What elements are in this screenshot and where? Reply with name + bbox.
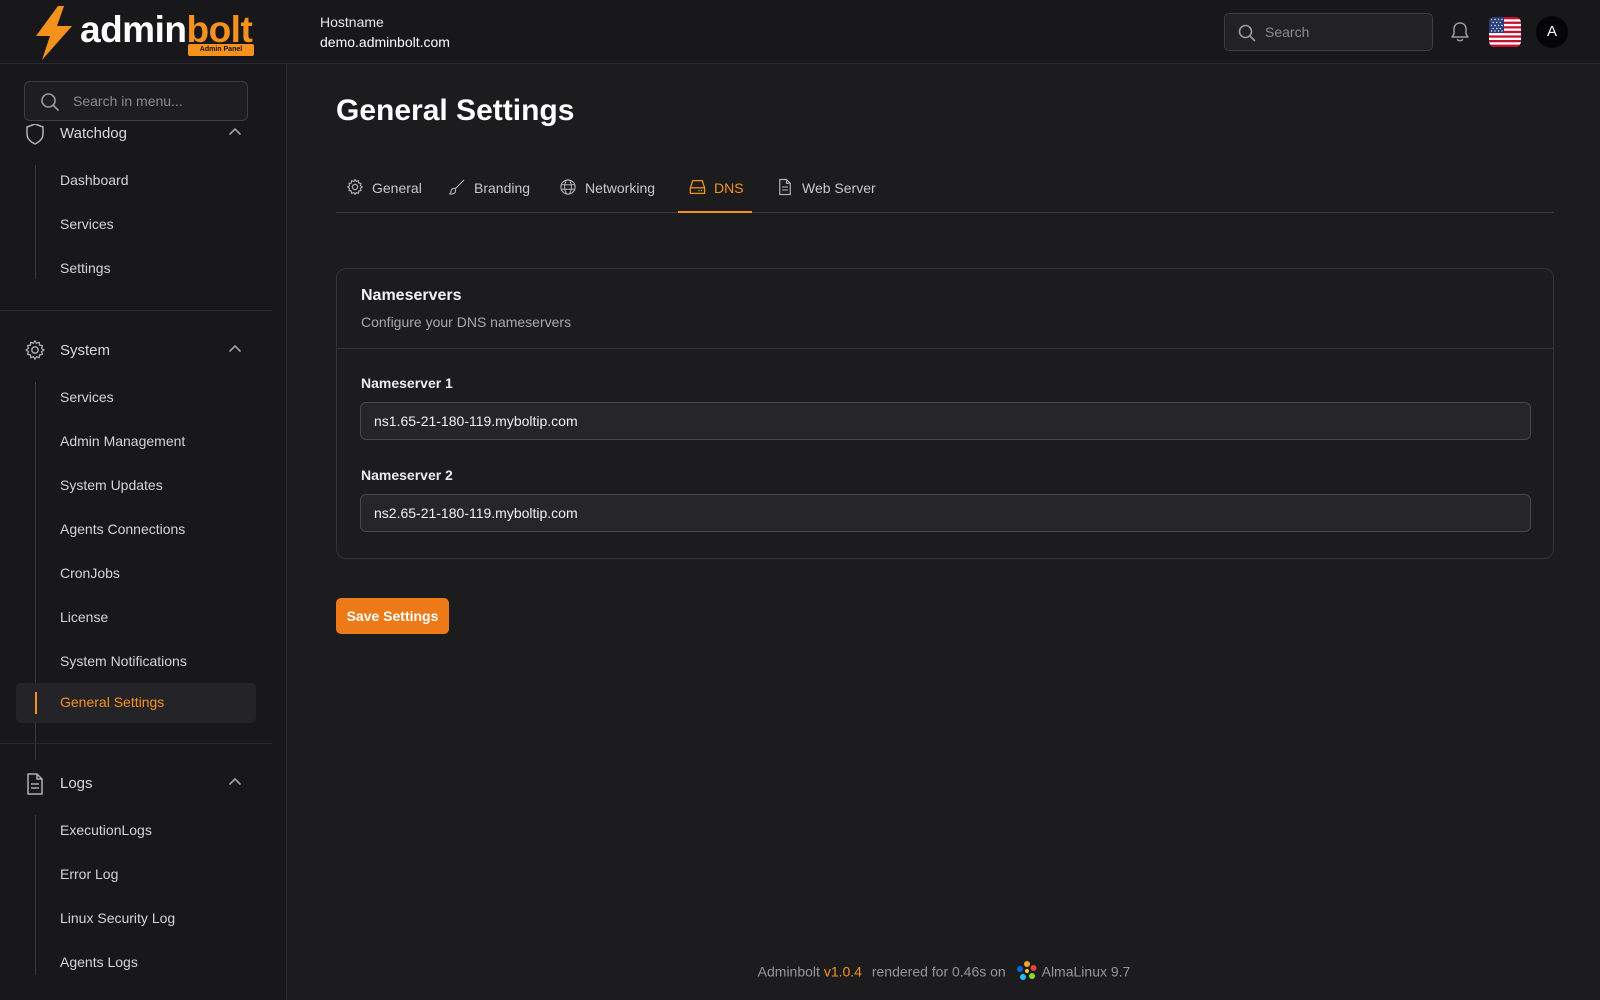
almalinux-logo-icon: [1016, 961, 1037, 980]
sidebar-item-admin-management[interactable]: Admin Management: [16, 422, 256, 462]
document-icon: [27, 773, 43, 795]
footer-os: AlmaLinux 9.7: [1041, 963, 1131, 980]
tab-networking[interactable]: Networking: [559, 164, 669, 212]
sidebar-group-label: Watchdog: [60, 125, 127, 142]
sidebar-item-general-settings[interactable]: General Settings: [16, 683, 256, 723]
chevron-up-icon[interactable]: [229, 344, 241, 352]
us-flag-icon[interactable]: [1489, 17, 1521, 47]
sidebar-group-watchdog[interactable]: Watchdog: [24, 121, 248, 147]
tab-general[interactable]: General: [346, 164, 426, 212]
nameservers-card: Nameservers Configure your DNS nameserve…: [336, 268, 1554, 559]
nameserver-1-input[interactable]: [360, 402, 1531, 440]
sidebar-item-agents-connections[interactable]: Agents Connections: [16, 510, 256, 550]
chevron-up-icon[interactable]: [229, 777, 241, 785]
sidebar-search-input[interactable]: [73, 82, 243, 120]
footer: Adminbolt v1.0.4 rendered for 0.46s on A…: [288, 961, 1600, 984]
tab-label: Web Server: [802, 180, 876, 196]
sidebar-group-system[interactable]: System: [24, 338, 248, 364]
settings-tabs: General Branding Networking DNS Web Serv…: [336, 164, 1554, 213]
brush-icon: [448, 179, 465, 195]
tab-branding[interactable]: Branding: [448, 164, 538, 212]
page-title: General Settings: [336, 94, 575, 127]
chevron-up-icon[interactable]: [229, 127, 241, 135]
footer-app-name: Adminbolt: [757, 963, 820, 980]
sidebar-divider: [0, 310, 272, 311]
tab-label: Branding: [474, 180, 531, 196]
sidebar-item-watchdog-services[interactable]: Services: [16, 205, 256, 245]
sidebar-search[interactable]: [24, 81, 248, 121]
card-subtitle: Configure your DNS nameservers: [361, 314, 572, 330]
brand-logo[interactable]: adminbolt Admin Panel: [30, 6, 260, 60]
save-settings-button[interactable]: Save Settings: [336, 598, 449, 634]
lightning-bolt-icon: [36, 6, 72, 60]
tab-dns[interactable]: DNS: [678, 164, 752, 213]
card-title: Nameservers: [361, 287, 462, 304]
nameserver-2-label: Nameserver 2: [361, 467, 453, 483]
global-search-input[interactable]: [1265, 14, 1425, 50]
globe-icon: [560, 179, 576, 195]
main-content: General Settings General Branding Networ…: [288, 64, 1600, 1000]
active-tab-underline: [678, 211, 752, 213]
search-icon: [1238, 24, 1256, 42]
sidebar-group-label: System: [60, 342, 111, 359]
user-avatar[interactable]: A: [1536, 16, 1568, 48]
tab-web-server[interactable]: Web Server: [776, 164, 886, 212]
sidebar-item-system-updates[interactable]: System Updates: [16, 466, 256, 506]
sidebar-group-logs[interactable]: Logs: [24, 771, 248, 797]
sidebar-item-system-notifications[interactable]: System Notifications: [16, 642, 256, 682]
sidebar-item-linux-security-log[interactable]: Linux Security Log: [16, 899, 256, 939]
gear-icon: [25, 340, 45, 360]
active-indicator: [35, 692, 37, 714]
bell-icon[interactable]: [1450, 21, 1470, 43]
drive-icon: [689, 180, 706, 194]
sidebar-item-error-log[interactable]: Error Log: [16, 855, 256, 895]
document-icon: [779, 178, 791, 196]
footer-version[interactable]: v1.0.4: [824, 964, 862, 980]
hostname-value: demo.adminbolt.com: [320, 34, 450, 50]
tab-label: DNS: [714, 180, 744, 196]
sidebar-group-label: Logs: [60, 775, 93, 792]
sidebar-item-license[interactable]: License: [16, 598, 256, 638]
sidebar-item-cronjobs[interactable]: CronJobs: [16, 554, 256, 594]
shield-icon: [26, 123, 44, 145]
card-header: Nameservers Configure your DNS nameserve…: [337, 269, 1553, 349]
sidebar-item-system-services[interactable]: Services: [16, 378, 256, 418]
sidebar-item-agents-logs[interactable]: Agents Logs: [16, 943, 256, 983]
global-search[interactable]: [1224, 13, 1433, 51]
sidebar: Watchdog Dashboard Services Settings Sys…: [0, 64, 287, 1000]
gear-icon: [347, 178, 363, 196]
footer-render-text: rendered for 0.46s on: [871, 963, 1006, 980]
brand-badge: Admin Panel: [188, 44, 254, 56]
hostname-block: Hostname demo.adminbolt.com: [320, 12, 450, 52]
search-icon: [41, 93, 59, 111]
sidebar-item-execution-logs[interactable]: ExecutionLogs: [16, 811, 256, 851]
sidebar-item-watchdog-settings[interactable]: Settings: [16, 249, 256, 289]
top-bar: adminbolt Admin Panel Hostname demo.admi…: [0, 0, 1600, 64]
hostname-label: Hostname: [320, 14, 384, 30]
nameserver-1-label: Nameserver 1: [361, 375, 453, 391]
tab-label: Networking: [585, 180, 656, 196]
nameserver-2-input[interactable]: [360, 494, 1531, 532]
sidebar-item-watchdog-dashboard[interactable]: Dashboard: [16, 161, 256, 201]
sidebar-divider: [0, 743, 272, 744]
tab-label: General: [372, 180, 422, 196]
